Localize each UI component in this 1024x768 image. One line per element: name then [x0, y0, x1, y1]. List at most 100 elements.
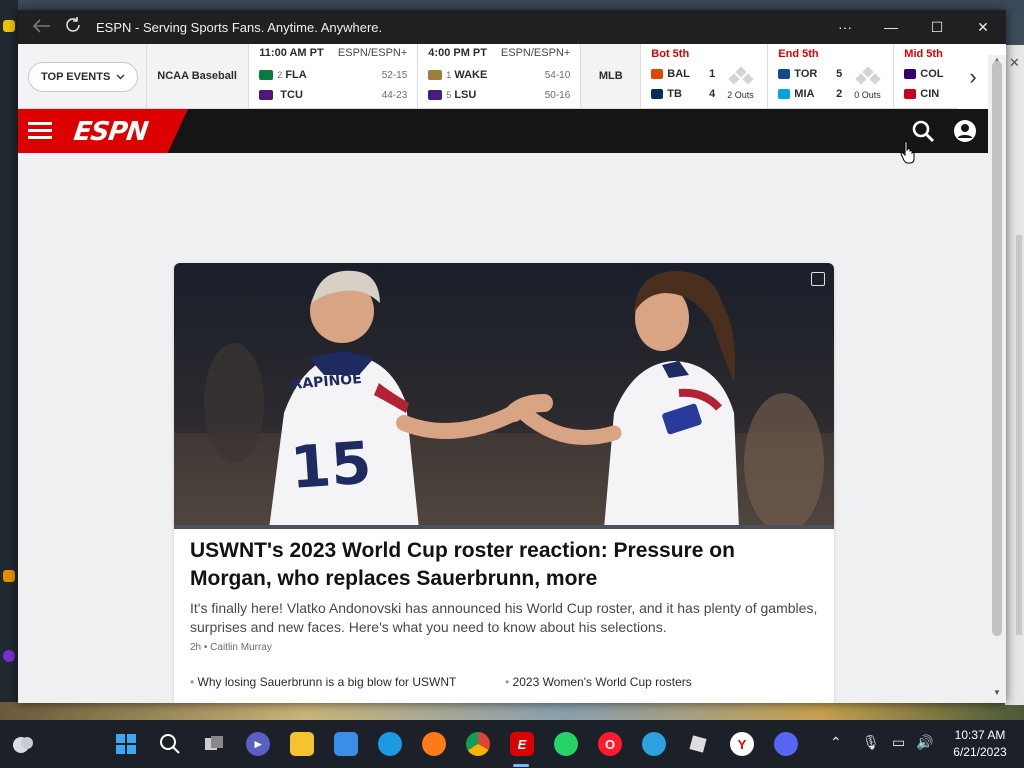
- game-network: ESPN/ESPN+: [337, 47, 408, 59]
- microphone-icon[interactable]: 🎙: [862, 734, 880, 751]
- team-logo-icon: [778, 69, 791, 79]
- team-abbr: TB: [667, 88, 682, 100]
- close-button[interactable]: ✕: [960, 10, 1006, 44]
- team-row: TB 4: [651, 84, 715, 104]
- article-hero-image[interactable]: RAPINOE 15: [174, 263, 834, 529]
- volume-icon[interactable]: 🔊: [916, 734, 933, 751]
- bases-diamond-icon: [727, 66, 754, 88]
- outs-count: 2 Outs: [727, 90, 754, 100]
- league-label-mlb[interactable]: MLB: [580, 44, 641, 108]
- team-seed: 2: [277, 70, 283, 80]
- team-record: 50-16: [544, 89, 571, 101]
- team-row: 2 FLA 52-15: [259, 65, 407, 85]
- scroll-down-icon[interactable]: ▼: [993, 688, 1001, 697]
- chrome-icon[interactable]: [466, 732, 490, 756]
- team-record: 44-23: [381, 89, 408, 101]
- more-options-button[interactable]: ···: [822, 10, 868, 44]
- team-row: BAL 1: [651, 64, 715, 84]
- network-icon[interactable]: ▭: [892, 734, 905, 751]
- reload-icon: [66, 16, 80, 32]
- desktop-app-icon[interactable]: [3, 650, 15, 662]
- outs-count: 0 Outs: [854, 90, 881, 100]
- team-logo-icon: [428, 90, 443, 100]
- reload-button[interactable]: [60, 16, 86, 39]
- live-inning-status: Bot 5th: [651, 48, 690, 60]
- clock-time: 10:37 AM: [954, 728, 1006, 742]
- clock-date: 6/21/2023: [953, 745, 1007, 759]
- image-icon[interactable]: [811, 272, 825, 286]
- related-link[interactable]: 2023 Women's World Cup rosters: [505, 675, 820, 689]
- arrow-left-icon: [32, 18, 50, 33]
- game-time: 11:00 AM PT: [259, 47, 324, 59]
- close-icon[interactable]: ✕: [1009, 55, 1020, 71]
- article-headline[interactable]: USWNT's 2023 World Cup roster reaction: …: [190, 537, 820, 593]
- team-logo-icon: [651, 89, 664, 99]
- top-events-label: TOP EVENTS: [41, 71, 111, 83]
- team-abbr: MIA: [794, 88, 815, 100]
- chevron-down-icon: [116, 74, 125, 80]
- espn-logo[interactable]: ESPN: [72, 117, 150, 147]
- back-button[interactable]: [24, 17, 60, 38]
- team-logo-icon: [651, 69, 664, 79]
- team-row: 1 WAKE 54-10: [428, 65, 570, 85]
- top-events-dropdown[interactable]: TOP EVENTS: [28, 62, 139, 92]
- title-bar: ESPN - Serving Sports Fans. Anytime. Any…: [18, 10, 1006, 44]
- team-score: 4: [709, 88, 716, 100]
- system-clock[interactable]: 10:37 AM 6/21/2023: [940, 727, 1020, 761]
- bases-outs: 2 Outs: [727, 66, 754, 100]
- hamburger-icon[interactable]: [28, 122, 52, 140]
- weather-widget-icon[interactable]: [10, 732, 36, 756]
- team-logo-icon: [259, 70, 274, 80]
- background-window-edge: ✕: [1005, 45, 1024, 705]
- whatsapp-icon[interactable]: [554, 732, 578, 756]
- scoreboard-next-button[interactable]: ›: [958, 44, 988, 109]
- bases-outs: 0 Outs: [854, 66, 881, 100]
- live-game-card[interactable]: Bot 5th BAL 1 TB 4 2 Outs: [640, 44, 768, 108]
- telegram-icon[interactable]: [642, 732, 666, 756]
- edge-icon[interactable]: [378, 732, 402, 756]
- maximize-button[interactable]: ☐: [914, 10, 960, 44]
- related-link[interactable]: Why losing Sauerbrunn is a big blow for …: [190, 675, 505, 689]
- yandex-icon[interactable]: Y: [730, 732, 754, 756]
- league-label-text: MLB: [598, 70, 623, 82]
- espn-icon[interactable]: E: [510, 732, 534, 756]
- teams-icon[interactable]: ▸: [246, 732, 270, 756]
- store-icon[interactable]: [334, 732, 358, 756]
- minimize-button[interactable]: —: [868, 10, 914, 44]
- desktop-app-icon[interactable]: [3, 20, 15, 32]
- team-abbr: TCU: [280, 89, 303, 101]
- hero-photo: RAPINOE 15: [174, 263, 834, 529]
- article-summary: It's finally here! Vlatko Andonovski has…: [190, 600, 818, 635]
- live-inning-status: Mid 5th: [904, 48, 943, 60]
- live-game-card[interactable]: End 5th TOR 5 MIA 2 0 Outs: [767, 44, 894, 108]
- game-card[interactable]: 4:00 PM PT ESPN/ESPN+ 1 WAKE 54-10 5 LSU…: [417, 44, 581, 108]
- article-byline: 2h • Caitlin Murray: [190, 642, 272, 653]
- league-label-ncaa[interactable]: NCAA Baseball: [146, 44, 249, 108]
- game-card[interactable]: 11:00 AM PT ESPN/ESPN+ 2 FLA 52-15 TCU 4…: [248, 44, 418, 108]
- scrollbar-thumb[interactable]: [992, 61, 1002, 636]
- firefox-icon[interactable]: [422, 732, 446, 756]
- opera-icon[interactable]: O: [598, 732, 622, 756]
- task-view-icon[interactable]: [202, 732, 226, 756]
- team-seed: 5: [446, 90, 452, 100]
- desktop-wallpaper-strip: [0, 702, 1024, 720]
- discord-icon[interactable]: [774, 732, 798, 756]
- taskbar: ▸ E O Y ⌃ 🎙 ▭ 🔊 10:37 AM 6/21/2023: [0, 720, 1024, 768]
- team-row: MIA 2: [778, 84, 842, 104]
- team-row: TCU 44-23: [259, 85, 407, 105]
- chevron-up-icon[interactable]: ⌃: [830, 734, 842, 751]
- window-title: ESPN - Serving Sports Fans. Anytime. Any…: [96, 19, 383, 35]
- roblox-icon[interactable]: [686, 732, 710, 756]
- team-logo-icon: [259, 90, 274, 100]
- file-explorer-icon[interactable]: [290, 732, 314, 756]
- bases-diamond-icon: [854, 66, 881, 88]
- vertical-scrollbar[interactable]: ▲ ▼: [988, 55, 1006, 703]
- start-icon[interactable]: [114, 732, 138, 756]
- scoreboard-strip: TOP EVENTS NCAA Baseball 11:00 AM PT ESP…: [18, 44, 988, 109]
- user-icon[interactable]: [953, 119, 977, 143]
- team-row: TOR 5: [778, 64, 842, 84]
- desktop-app-icon[interactable]: [3, 570, 15, 582]
- search-icon[interactable]: [158, 732, 182, 756]
- article-card[interactable]: RAPINOE 15 USWNT's 2023 World Cup roster…: [174, 263, 834, 703]
- team-seed: 1: [446, 70, 452, 80]
